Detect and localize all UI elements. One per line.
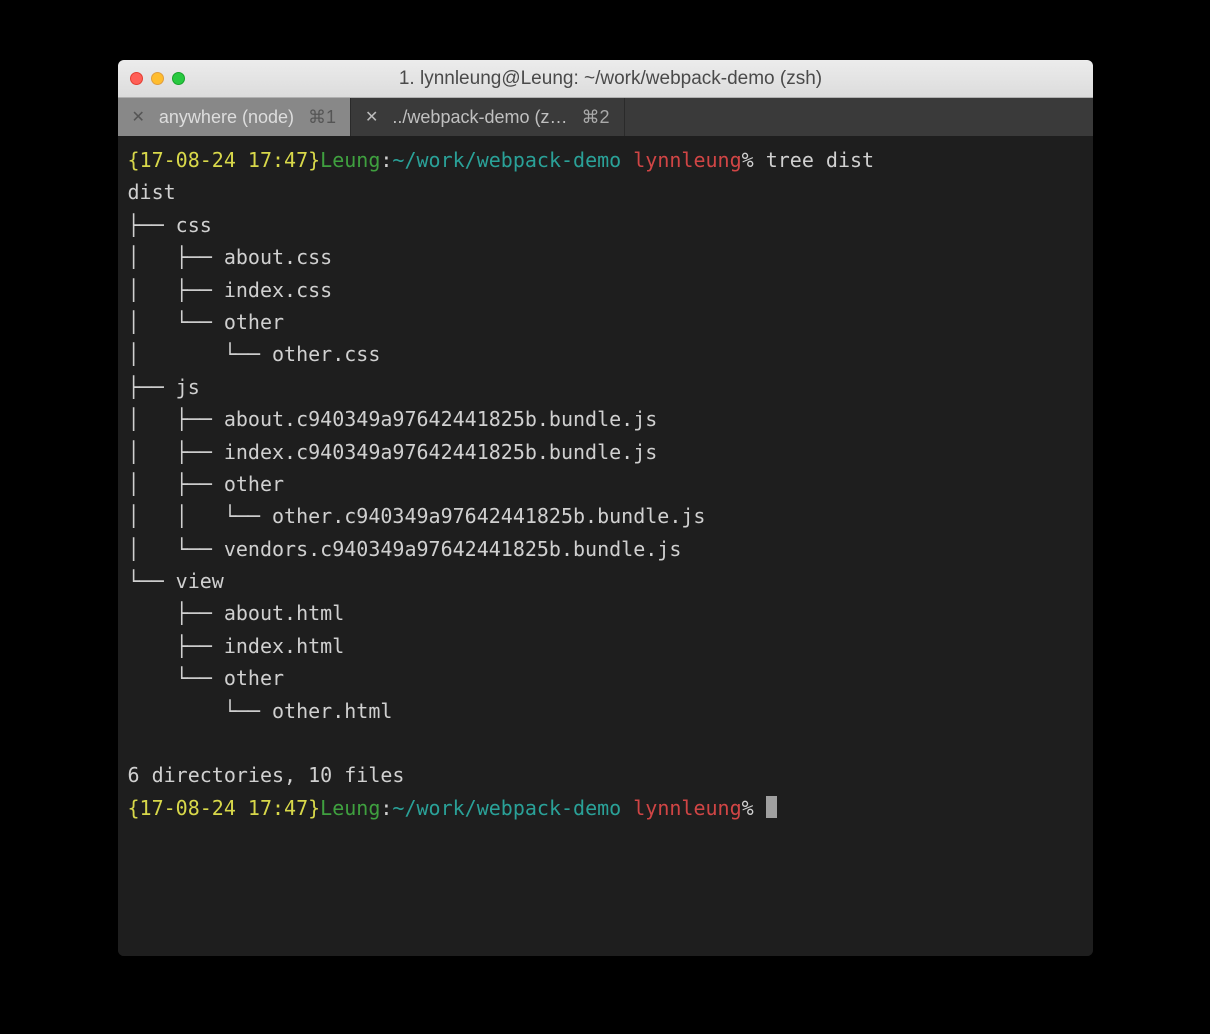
window-title: 1. lynnleung@Leung: ~/work/webpack-demo …: [141, 68, 1081, 90]
tab-shortcut: ⌘2: [581, 107, 609, 128]
tab-anywhere[interactable]: ✕ anywhere (node) ⌘1: [118, 98, 352, 136]
tree-line: ├── css: [128, 213, 212, 237]
prompt-sep: :: [380, 796, 392, 820]
tree-line: └── other: [128, 666, 285, 690]
tree-line: └── view: [128, 569, 224, 593]
close-icon[interactable]: ✕: [365, 107, 378, 127]
prompt-host: Leung: [320, 796, 380, 820]
tree-line: │ └── other: [128, 310, 285, 334]
prompt-timestamp: {17-08-24 17:47}: [128, 796, 321, 820]
prompt-suffix: %: [742, 796, 754, 820]
prompt-user: lynnleung: [633, 796, 741, 820]
tabbar: ✕ anywhere (node) ⌘1 ✕ ../webpack-demo (…: [118, 98, 1093, 136]
prompt-sep: :: [380, 148, 392, 172]
tree-line: │ └── vendors.c940349a97642441825b.bundl…: [128, 537, 682, 561]
tree-line: │ ├── index.c940349a97642441825b.bundle.…: [128, 440, 658, 464]
tree-line: ├── about.html: [128, 601, 345, 625]
tree-line: │ └── other.css: [128, 342, 381, 366]
prompt-path: ~/work/webpack-demo: [392, 148, 621, 172]
tree-line: │ ├── other: [128, 472, 285, 496]
tree-summary: 6 directories, 10 files: [128, 763, 405, 787]
tab-label: anywhere (node): [159, 107, 294, 128]
tab-label: ../webpack-demo (z…: [392, 107, 567, 128]
tree-line: │ ├── about.c940349a97642441825b.bundle.…: [128, 407, 658, 431]
tree-line: ├── index.html: [128, 634, 345, 658]
tree-line: └── other.html: [128, 699, 393, 723]
prompt-host: Leung: [320, 148, 380, 172]
prompt-suffix: %: [742, 148, 754, 172]
prompt-timestamp: {17-08-24 17:47}: [128, 148, 321, 172]
cursor: [766, 796, 777, 818]
titlebar: 1. lynnleung@Leung: ~/work/webpack-demo …: [118, 60, 1093, 98]
prompt-user: lynnleung: [633, 148, 741, 172]
tab-webpack-demo[interactable]: ✕ ../webpack-demo (z… ⌘2: [351, 98, 624, 136]
terminal-content[interactable]: {17-08-24 17:47}Leung:~/work/webpack-dem…: [118, 136, 1093, 956]
close-icon[interactable]: ✕: [132, 107, 145, 127]
tree-line: │ ├── about.css: [128, 245, 333, 269]
tree-line: │ ├── index.css: [128, 278, 333, 302]
terminal-window: 1. lynnleung@Leung: ~/work/webpack-demo …: [118, 60, 1093, 956]
tree-line: dist: [128, 180, 176, 204]
command-text: tree dist: [766, 148, 874, 172]
prompt-path: ~/work/webpack-demo: [392, 796, 621, 820]
tab-shortcut: ⌘1: [308, 107, 336, 128]
tree-line: ├── js: [128, 375, 200, 399]
tree-line: │ │ └── other.c940349a97642441825b.bundl…: [128, 504, 706, 528]
